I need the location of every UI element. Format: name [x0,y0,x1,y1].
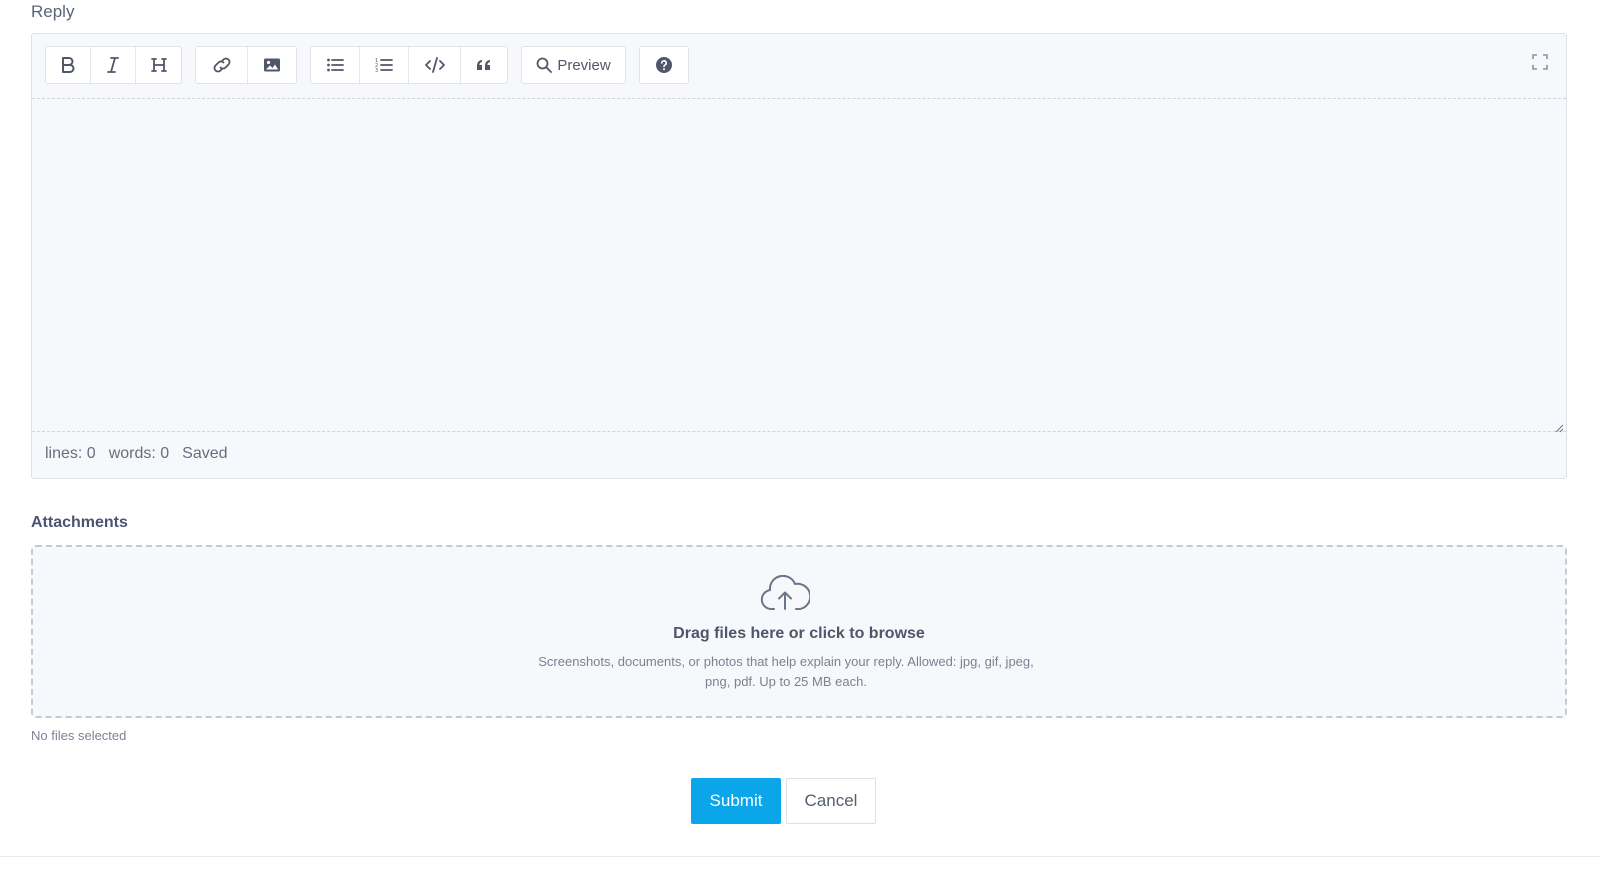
cloud-upload-icon [760,575,810,610]
numbered-list-button[interactable]: 1 2 3 [360,47,409,83]
numbered-list-icon: 1 2 3 [375,58,393,73]
italic-button[interactable] [91,47,136,83]
words-count: words: 0 [108,445,170,462]
cancel-button[interactable]: Cancel [786,778,876,824]
bold-icon [62,57,75,73]
markdown-editor: 1 2 3 Preview lines: 0 words: 0 Saved [31,33,1567,479]
search-icon [536,57,553,73]
quote-button[interactable] [461,47,507,83]
editor-textarea[interactable] [32,99,1566,432]
fullscreen-icon [1532,54,1548,70]
heading-button[interactable] [136,47,181,83]
editor-statusbar: lines: 0 words: 0 Saved [45,445,241,463]
link-button[interactable] [196,47,248,83]
resize-handle[interactable] [1554,420,1564,433]
preview-button[interactable]: Preview [522,47,625,83]
quote-icon [477,60,490,70]
italic-icon [107,57,119,73]
resize-grip-icon [1555,424,1564,433]
attachments-title: Attachments [31,514,128,531]
reply-label: Reply [31,2,75,21]
image-button[interactable] [248,47,296,83]
divider [0,856,1600,857]
code-button[interactable] [409,47,461,83]
dropzone-title: Drag files here or click to browse [673,625,925,642]
editor-toolbar: 1 2 3 Preview [32,34,1566,99]
svg-text:3: 3 [375,68,378,73]
help-group [639,46,689,84]
fullscreen-button[interactable] [1532,54,1548,70]
insert-group [195,46,297,84]
reply-form: Reply 1 2 3 Preview lines: 0 words: 0 Sa… [0,0,1600,875]
code-icon [424,57,445,73]
bullet-list-icon [327,58,344,72]
heading-icon [150,58,167,72]
preview-label: Preview [557,56,611,74]
format-group [45,46,182,84]
dropzone-description: Screenshots, documents, or photos that h… [538,654,1034,689]
no-files-text: No files selected [31,728,127,743]
bullet-list-button[interactable] [311,47,360,83]
link-icon [213,57,230,73]
image-icon [264,58,280,72]
bold-button[interactable] [46,47,91,83]
file-dropzone[interactable]: Drag files here or click to browse Scree… [31,545,1567,718]
save-status: Saved [182,445,228,462]
help-button[interactable] [640,47,688,83]
help-icon [656,57,672,73]
block-group: 1 2 3 [310,46,508,84]
submit-button[interactable]: Submit [691,778,781,824]
lines-count: lines: 0 [45,445,96,462]
preview-group: Preview [521,46,626,84]
